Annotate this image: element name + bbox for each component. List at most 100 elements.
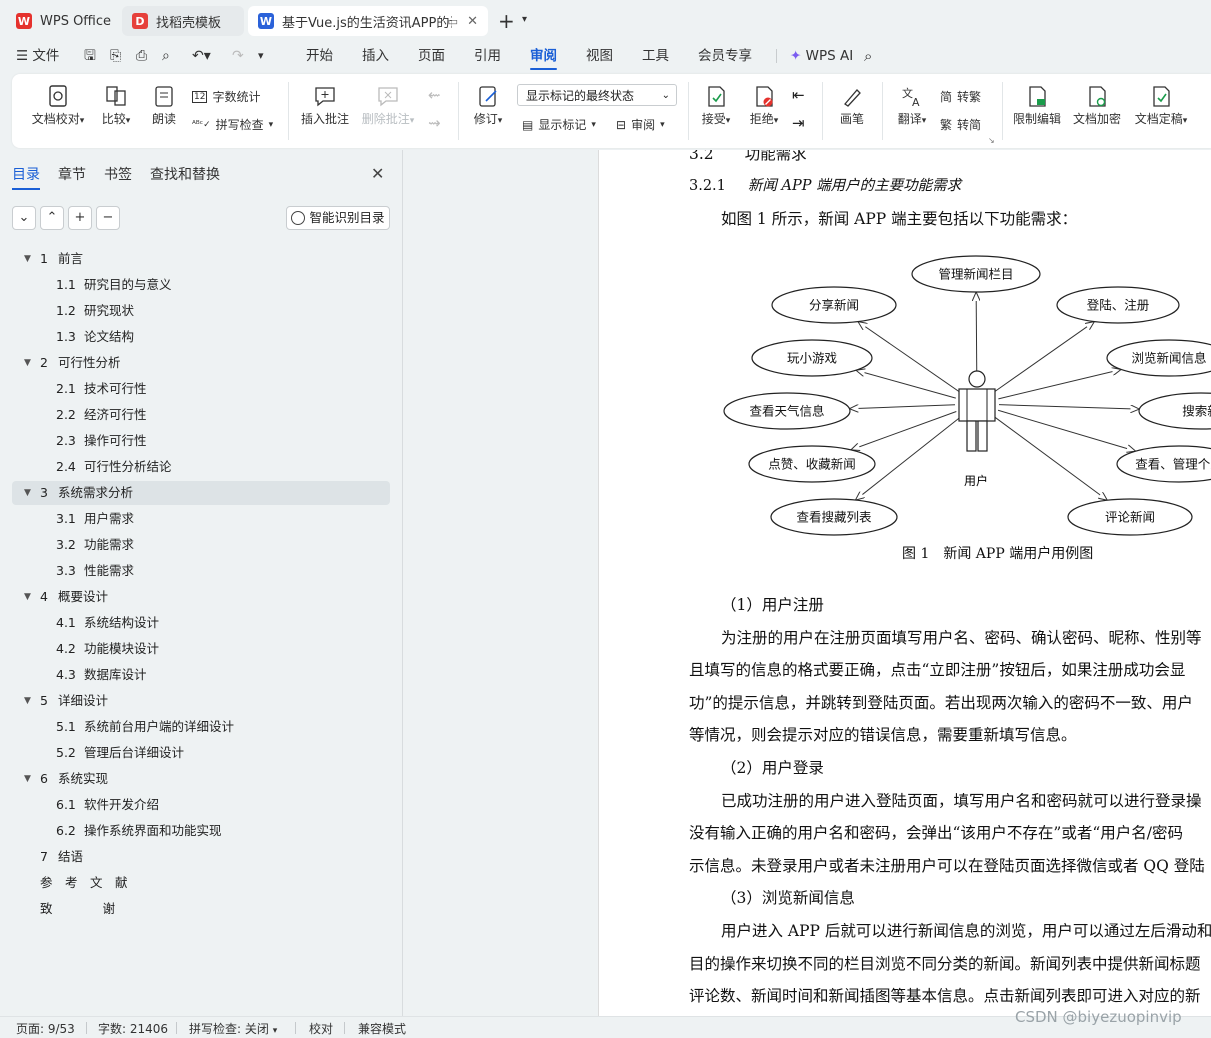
- new-tab-plus-icon[interactable]: +: [498, 9, 515, 33]
- undo-icon[interactable]: ↶▾: [192, 40, 211, 72]
- menu-reference[interactable]: 引用: [474, 40, 501, 72]
- toc-item[interactable]: 致 谢: [40, 897, 115, 921]
- monitor-icon[interactable]: ▭: [448, 15, 458, 28]
- toc-item-title: 详细设计: [58, 693, 109, 708]
- toc-item[interactable]: 7 结语: [40, 845, 83, 869]
- menu-member[interactable]: 会员专享: [698, 40, 752, 72]
- toc-item[interactable]: 3.2 功能需求: [56, 533, 134, 557]
- tab-document[interactable]: W 基于Vue.js的生活资讯APP的设 ▭ ✕: [248, 6, 488, 36]
- menu-insert[interactable]: 插入: [362, 40, 389, 72]
- toc-item[interactable]: 5.2 管理后台详细设计: [56, 741, 184, 765]
- link-icon[interactable]: ⎘: [110, 40, 121, 72]
- tab-list-chevron-icon[interactable]: ▾: [522, 14, 527, 25]
- delete-comment-button[interactable]: 删除批注▾: [358, 84, 418, 127]
- close-icon[interactable]: ✕: [371, 164, 384, 183]
- toc-item[interactable]: 4.1 系统结构设计: [56, 611, 159, 635]
- toc-item[interactable]: 2.4 可行性分析结论: [56, 455, 172, 479]
- save-icon[interactable]: 🖫: [84, 40, 96, 72]
- show-markup-button[interactable]: ▤ 显示标记 ▾: [522, 116, 596, 133]
- toc-item[interactable]: 1.3 论文结构: [56, 325, 134, 349]
- review-pane-button[interactable]: ⊟ 审阅 ▾: [616, 116, 665, 133]
- toc-item[interactable]: ▼ 2 可行性分析: [24, 351, 121, 375]
- reject-button[interactable]: 拒绝▾: [744, 84, 784, 127]
- toc-item[interactable]: ▼ 4 概要设计: [24, 585, 108, 609]
- compare-button[interactable]: 比较▾: [96, 84, 136, 127]
- menu-start[interactable]: 开始: [306, 40, 333, 72]
- nav-tab-toc[interactable]: 目录: [12, 164, 40, 190]
- dialog-launcher-icon[interactable]: ↘: [988, 136, 995, 145]
- proofread-button[interactable]: 文档校对▾: [26, 84, 90, 127]
- next-comment-icon[interactable]: ⇝: [428, 114, 441, 132]
- menu-view[interactable]: 视图: [586, 40, 613, 72]
- spell-check-button[interactable]: ᴬᴮᶜ✓ 拼写检查 ▾: [192, 116, 273, 133]
- remove-heading-button[interactable]: −: [96, 206, 120, 230]
- revise-button[interactable]: 修订▾: [468, 84, 508, 127]
- file-menu[interactable]: ☰ 文件: [16, 40, 59, 72]
- toc-item[interactable]: 参 考 文 献: [40, 871, 128, 895]
- menu-tools[interactable]: 工具: [642, 40, 669, 72]
- toc-item[interactable]: 1.2 研究现状: [56, 299, 134, 323]
- print-preview-icon[interactable]: ⌕: [162, 40, 170, 72]
- tab-docer[interactable]: D 找稻壳模板: [122, 6, 244, 36]
- encrypt-button[interactable]: 文档加密: [1070, 84, 1124, 127]
- toc-item[interactable]: 3.1 用户需求: [56, 507, 134, 531]
- expand-arrow-icon[interactable]: ▼: [24, 481, 31, 505]
- toc-item[interactable]: ▼ 3 系统需求分析: [24, 481, 133, 505]
- expand-up-button[interactable]: ⌃: [40, 206, 64, 230]
- prev-change-icon[interactable]: ⇤: [792, 86, 805, 104]
- next-change-icon[interactable]: ⇥: [792, 114, 805, 132]
- search-icon[interactable]: ⌕: [864, 40, 872, 72]
- expand-arrow-icon[interactable]: ▼: [24, 585, 31, 609]
- finalize-button[interactable]: 文档定稿▾: [1130, 84, 1192, 127]
- prev-comment-icon[interactable]: ⇜: [428, 86, 441, 104]
- toc-item[interactable]: 4.2 功能模块设计: [56, 637, 159, 661]
- tab-wps-office[interactable]: W WPS Office: [6, 6, 116, 36]
- to-simplified-button[interactable]: 繁转简: [940, 116, 981, 133]
- menu-review[interactable]: 审阅: [530, 40, 557, 72]
- translate-button[interactable]: 文A 翻译▾: [890, 84, 934, 127]
- spell-check-indicator[interactable]: 拼写检查: 关闭 ▾: [189, 1020, 277, 1037]
- menu-page[interactable]: 页面: [418, 40, 445, 72]
- add-heading-button[interactable]: +: [68, 206, 92, 230]
- paragraph-line: 等情况，则会提示对应的错误信息，需要重新填写信息。: [689, 726, 1077, 745]
- document-page[interactable]: 3.2 功能需求 3.2.1 新闻 APP 端用户的主要功能需求 如图 1 所示，…: [598, 150, 1211, 1016]
- toc-item[interactable]: 6.2 操作系统界面和功能实现: [56, 819, 222, 843]
- toc-item[interactable]: 2.2 经济可行性: [56, 403, 147, 427]
- expand-arrow-icon[interactable]: ▼: [24, 247, 31, 271]
- toc-item[interactable]: ▼ 6 系统实现: [24, 767, 108, 791]
- to-traditional-button[interactable]: 简转繁: [940, 88, 981, 105]
- page-indicator[interactable]: 页面: 9/53: [16, 1020, 75, 1037]
- toc-item[interactable]: 6.1 软件开发介绍: [56, 793, 159, 817]
- quick-access-chevron-icon[interactable]: ▾: [258, 40, 264, 72]
- toc-item[interactable]: 5.1 系统前台用户端的详细设计: [56, 715, 234, 739]
- toc-item[interactable]: 3.3 性能需求: [56, 559, 134, 583]
- expand-arrow-icon[interactable]: ▼: [24, 689, 31, 713]
- toc-item[interactable]: 1.1 研究目的与意义: [56, 273, 172, 297]
- wps-ai-button[interactable]: ✦ WPS AI: [790, 40, 853, 72]
- toc-item[interactable]: 2.1 技术可行性: [56, 377, 147, 401]
- accept-button[interactable]: 接受▾: [696, 84, 736, 127]
- insert-comment-button[interactable]: 插入批注: [298, 84, 352, 127]
- print-icon[interactable]: ⎙: [136, 40, 147, 72]
- toc-item-title: 管理后台详细设计: [84, 745, 185, 760]
- restrict-edit-button[interactable]: 限制编辑: [1010, 84, 1064, 127]
- word-count-button[interactable]: 12 字数统计: [192, 88, 260, 105]
- proofread-indicator[interactable]: 校对: [309, 1020, 333, 1037]
- markup-state-select[interactable]: 显示标记的最终状态 ⌄: [517, 84, 677, 106]
- nav-tab-chapters[interactable]: 章节: [58, 164, 86, 184]
- toc-item[interactable]: 4.3 数据库设计: [56, 663, 147, 687]
- nav-tab-bookmarks[interactable]: 书签: [104, 164, 132, 184]
- toc-item[interactable]: 2.3 操作可行性: [56, 429, 147, 453]
- close-icon[interactable]: ✕: [467, 14, 478, 29]
- smart-toc-button[interactable]: 智能识别目录: [286, 206, 390, 230]
- nav-tab-find-replace[interactable]: 查找和替换: [150, 164, 220, 184]
- toc-item[interactable]: ▼ 1 前言: [24, 247, 83, 271]
- expand-arrow-icon[interactable]: ▼: [24, 351, 31, 375]
- read-aloud-button[interactable]: 朗读: [146, 84, 182, 127]
- toc-item[interactable]: ▼ 5 详细设计: [24, 689, 109, 713]
- pen-button[interactable]: 画笔: [832, 84, 872, 127]
- expand-arrow-icon[interactable]: ▼: [24, 767, 31, 791]
- redo-icon[interactable]: ↷: [232, 40, 244, 72]
- word-count-indicator[interactable]: 字数: 21406: [98, 1020, 168, 1037]
- collapse-all-button[interactable]: ⌄: [12, 206, 36, 230]
